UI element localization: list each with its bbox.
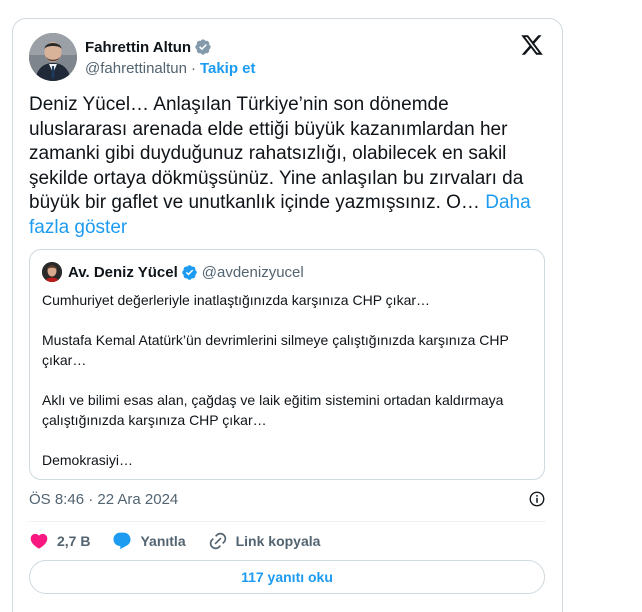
tweet-meta: ÖS 8:46 · 22 Ara 2024: [29, 489, 546, 509]
quoted-paragraph: Cumhuriyet değerleriyle inatlaştığınızda…: [42, 292, 431, 308]
separator-dot: ·: [190, 59, 196, 77]
heart-icon: [30, 533, 48, 549]
author-names: Fahrettin Altun @fahrettinaltun · Takip …: [85, 37, 256, 78]
reply-label: Yanıtla: [140, 533, 186, 549]
tweet-text: Deniz Yücel… Anlaşılan Türkiye’nin son d…: [29, 93, 547, 240]
follow-button[interactable]: Takip et: [200, 60, 256, 77]
quoted-author-handle: @avdenizyucel: [201, 263, 304, 281]
quoted-author-avatar: [42, 262, 62, 282]
read-replies-button[interactable]: 117 yanıtı oku: [29, 560, 545, 594]
reply-button[interactable]: Yanıtla: [112, 531, 186, 551]
quoted-author-photo: [42, 262, 62, 282]
info-icon[interactable]: [528, 490, 546, 508]
quoted-tweet-header: Av. Deniz Yücel @avdenizyucel: [42, 262, 532, 282]
verified-badge-icon: [195, 39, 211, 55]
quoted-author-display-name: Av. Deniz Yücel: [68, 263, 178, 281]
tweet-actions: 2,7 B Yanıtla Link kopyala: [29, 528, 342, 554]
quoted-tweet[interactable]: Av. Deniz Yücel @avdenizyucel Cumhuriyet…: [29, 249, 545, 480]
copy-link-label: Link kopyala: [235, 533, 321, 549]
author-avatar[interactable]: [29, 33, 77, 81]
copy-link-button[interactable]: Link kopyala: [208, 531, 321, 551]
tweet-timestamp[interactable]: ÖS 8:46 · 22 Ara 2024: [29, 491, 178, 508]
quoted-paragraph: Mustafa Kemal Atatürk’ün devrimlerini si…: [42, 332, 509, 368]
like-button[interactable]: 2,7 B: [29, 531, 90, 551]
link-icon: [209, 532, 226, 550]
quoted-paragraph: Aklı ve bilimi esas alan, çağdaş ve laik…: [42, 392, 504, 428]
author-handle[interactable]: @fahrettinaltun: [85, 60, 187, 77]
author-photo: [29, 33, 77, 81]
read-replies-label: 117 yanıtı oku: [241, 569, 333, 585]
reply-bubble-icon: [113, 532, 132, 550]
quoted-tweet-body: Cumhuriyet değerleriyle inatlaştığınızda…: [42, 290, 532, 470]
tweet-embed-card: Fahrettin Altun @fahrettinaltun · Takip …: [12, 18, 563, 612]
verified-badge-icon: [182, 264, 197, 280]
tweet-header: Fahrettin Altun @fahrettinaltun · Takip …: [29, 33, 546, 81]
quoted-paragraph: Demokrasiyi…: [42, 452, 134, 468]
like-count: 2,7 B: [57, 533, 91, 549]
x-logo-icon[interactable]: [520, 33, 544, 57]
tweet-body: Deniz Yücel… Anlaşılan Türkiye’nin son d…: [29, 94, 524, 213]
divider: [29, 521, 546, 522]
author-display-name[interactable]: Fahrettin Altun: [85, 39, 191, 56]
